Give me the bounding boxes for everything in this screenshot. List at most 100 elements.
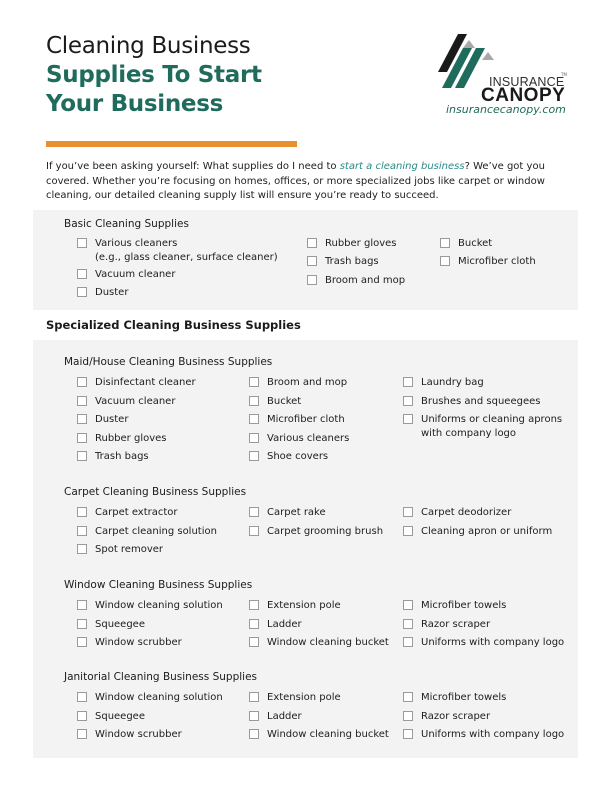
checkbox[interactable] [403,507,413,517]
item-label: Rubber gloves [95,432,167,444]
checkbox[interactable] [77,377,87,387]
checkbox[interactable] [249,451,259,461]
item-label: Carpet rake [267,507,326,518]
basic-supplies-title: Basic Cleaning Supplies [64,218,189,230]
item-label: Window cleaning bucket [267,637,389,648]
title-line-1: Cleaning Business [46,33,251,59]
item-label: Microfiber towels [421,600,507,611]
item-label: Window scrubber [95,637,182,648]
checkbox[interactable] [77,414,87,424]
checkbox[interactable] [403,377,413,387]
website-link[interactable]: insurancecanopy.com [446,103,566,116]
checkbox[interactable] [403,710,413,721]
checkbox[interactable] [249,377,259,387]
checkbox[interactable] [77,238,87,248]
checkbox[interactable] [249,729,259,739]
title-line-3: Your Business [46,91,224,117]
checkbox[interactable] [77,544,87,554]
item-label: Vacuum cleaner [95,395,176,407]
item-label: Razor scraper [421,618,491,630]
item-label: Carpet deodorizer [421,507,512,518]
item-label: Carpet cleaning solution [95,525,217,537]
item-label: Window cleaning bucket [267,729,389,740]
checkbox[interactable] [403,692,413,702]
checkbox[interactable] [403,395,413,406]
item-label: Brushes and squeegees [421,395,541,407]
checkbox[interactable] [77,507,87,517]
item-label: Duster [95,287,129,298]
item-label: Squeegee [95,710,145,722]
checkbox[interactable] [307,275,317,285]
item-label: Broom and mop [325,275,406,286]
item-label: Various cleaners [95,238,178,249]
title-divider [46,141,297,147]
checkbox[interactable] [249,525,259,536]
checkbox[interactable] [77,287,87,297]
item-label: Uniforms or cleaning aprons [421,414,563,425]
checkbox[interactable] [403,637,413,647]
item-label-detail: with company logo [421,428,517,439]
checkbox[interactable] [77,525,87,536]
checkbox[interactable] [249,507,259,517]
checkbox[interactable] [77,269,87,279]
checkbox[interactable] [77,710,87,721]
item-label: Broom and mop [267,377,348,388]
item-label: Rubber gloves [325,238,397,249]
checkbox[interactable] [249,710,259,721]
item-label: Ladder [267,618,302,630]
group-title: Maid/House Cleaning Business Supplies [64,356,273,368]
item-label: Cleaning apron or uniform [421,525,553,537]
checkbox[interactable] [403,414,413,424]
intro-text-start: If you’ve been asking yourself: What sup… [46,161,340,172]
checkbox[interactable] [249,600,259,610]
item-label: Ladder [267,710,302,722]
item-label: Trash bags [95,451,149,462]
checkbox[interactable] [440,256,450,266]
checkbox[interactable] [249,414,259,424]
checkbox[interactable] [249,637,259,647]
checkbox[interactable] [77,600,87,610]
checkbox[interactable] [77,729,87,739]
item-label: Microfiber towels [421,692,507,703]
item-label: Bucket [267,395,302,407]
item-label: Shoe covers [267,451,329,462]
item-label: Microfiber cloth [458,256,536,267]
item-label: Trash bags [325,256,379,267]
item-label: Window cleaning solution [95,692,223,703]
checkbox[interactable] [307,256,317,266]
checkbox[interactable] [249,395,259,406]
checkbox[interactable] [403,600,413,610]
checkbox[interactable] [77,637,87,647]
group-title: Window Cleaning Business Supplies [64,579,253,591]
item-label: Squeegee [95,618,145,630]
checkbox[interactable] [403,525,413,536]
group-title: Carpet Cleaning Business Supplies [64,486,247,498]
checkbox[interactable] [403,618,413,629]
item-label: Uniforms with company logo [421,729,565,740]
checkbox[interactable] [77,432,87,443]
checkbox[interactable] [77,618,87,629]
item-label: Extension pole [267,600,341,611]
item-label: Disinfectant cleaner [95,377,196,388]
item-label: Vacuum cleaner [95,269,176,280]
checkbox[interactable] [307,238,317,248]
checkbox[interactable] [249,432,259,443]
checkbox[interactable] [77,395,87,406]
item-label: Window scrubber [95,729,182,740]
item-label: Various cleaners [267,432,350,444]
checkbox[interactable] [77,692,87,702]
item-label: Laundry bag [421,377,484,388]
checkbox[interactable] [403,729,413,739]
checkbox[interactable] [249,618,259,629]
checkbox[interactable] [77,451,87,461]
intro-paragraph: If you’ve been asking yourself: What sup… [46,160,566,204]
checkbox[interactable] [440,238,450,248]
item-label: Uniforms with company logo [421,637,565,648]
start-cleaning-business-link[interactable]: start a cleaning business [340,161,465,172]
item-label: Razor scraper [421,710,491,722]
specialized-supplies-heading: Specialized Cleaning Business Supplies [46,318,301,332]
checkbox[interactable] [249,692,259,702]
title-line-2: Supplies To Start [46,62,262,88]
item-label: Spot remover [95,544,163,555]
page-title: Cleaning Business Supplies To Start Your… [46,32,262,119]
